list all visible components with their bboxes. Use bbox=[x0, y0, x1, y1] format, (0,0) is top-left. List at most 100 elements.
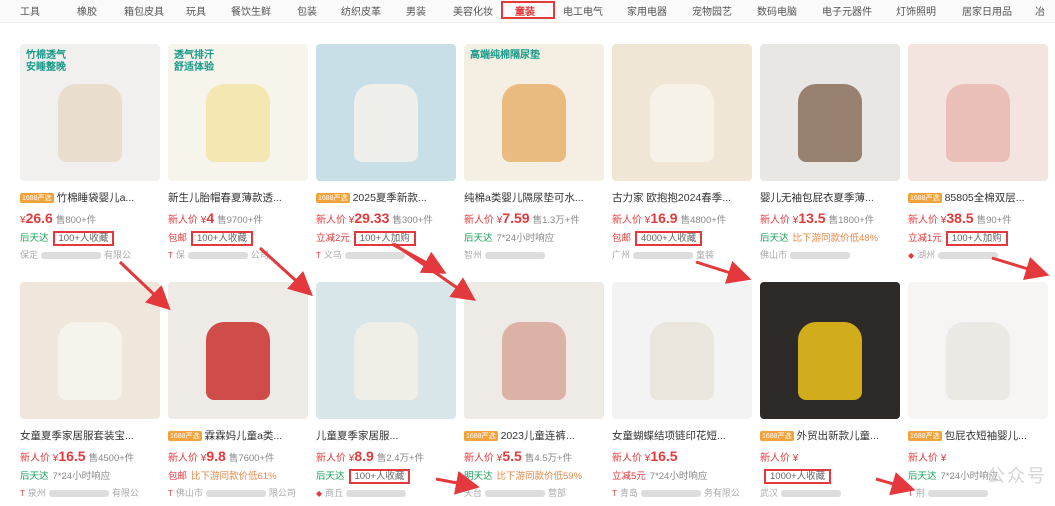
product-image-caption: 透气排汗 舒适体验 bbox=[174, 50, 214, 73]
product-card[interactable]: 儿童夏季家居服... 新人价 ¥8.9 售2.4万+件 后天达 100+人收藏 ◆ 商丘 bbox=[316, 282, 456, 506]
shop-name[interactable]: T 泉州 有限公 bbox=[20, 486, 160, 499]
shop-name-suffix: 有限公 bbox=[104, 250, 132, 260]
shop-name[interactable]: 佛山市 bbox=[760, 248, 900, 261]
shop-name-prefix: 广州 bbox=[612, 250, 631, 260]
product-image[interactable]: 透气排汗 舒适体验 bbox=[168, 44, 308, 181]
product-title[interactable]: 婴儿无袖包屁衣夏季薄... bbox=[760, 190, 900, 205]
popularity-tag: 100+人收藏 bbox=[348, 469, 411, 484]
shop-name[interactable]: 广州 童装 bbox=[612, 248, 752, 261]
category-tab[interactable]: 箱包皮具 bbox=[124, 3, 164, 18]
shop-name[interactable]: 武汉 bbox=[760, 486, 900, 499]
product-title[interactable]: 1688严选 竹棉睡袋婴儿a... bbox=[20, 190, 160, 205]
shop-type-icon: T bbox=[20, 489, 25, 498]
category-tab[interactable]: 冶 bbox=[1035, 3, 1045, 18]
category-tab[interactable]: 纺织皮革 bbox=[341, 3, 381, 18]
service-row: 后天达 比下游同款价低48% bbox=[760, 230, 900, 244]
product-card[interactable]: 1688严选 85805全棉双层... 新人价 ¥38.5 售90+件 立减1元 100+… bbox=[908, 44, 1048, 266]
product-image[interactable] bbox=[908, 282, 1048, 419]
yanxuan-badge: 1688严选 bbox=[908, 431, 942, 441]
price-value: 29.33 bbox=[354, 210, 390, 226]
product-title[interactable]: 1688严选 包屁衣短袖婴儿... bbox=[908, 428, 1048, 443]
product-card[interactable]: 婴儿无袖包屁衣夏季薄... 新人价 ¥13.5 售1800+件 后天达 比下游同款价低4… bbox=[760, 44, 900, 266]
product-image[interactable] bbox=[20, 282, 160, 419]
product-card[interactable]: 1688严选 2023儿童连裤... 新人价 ¥5.5 售4.5万+件 明天达 比下游同款… bbox=[464, 282, 604, 506]
category-tab[interactable]: 灯饰照明 bbox=[896, 3, 936, 18]
product-title[interactable]: 1688严选 2023儿童连裤... bbox=[464, 428, 604, 443]
product-card[interactable]: 女童蝴蝶结项链印花短... 新人价 ¥16.5 立减5元 7*24小时响应 T 青岛 务有限… bbox=[612, 282, 752, 506]
product-title[interactable]: 女童蝴蝶结项链印花短... bbox=[612, 428, 752, 443]
blurred-text bbox=[48, 490, 109, 498]
product-image[interactable]: 竹棉透气 安睡整晚 bbox=[20, 44, 160, 181]
product-image[interactable] bbox=[464, 282, 604, 419]
product-card[interactable]: 1688严选 外贸出新款儿童... 新人价 ¥ 1000+人收藏 武汉 bbox=[760, 282, 900, 506]
price-row: ¥26.6 售800+件 bbox=[20, 210, 160, 226]
product-card[interactable]: 竹棉透气 安睡整晚 1688严选 竹棉睡袋婴儿a... ¥26.6 售800+件 后天达 1… bbox=[20, 44, 160, 266]
shop-name[interactable]: T 义乌 bbox=[316, 248, 456, 261]
product-image[interactable] bbox=[168, 282, 308, 419]
product-image[interactable] bbox=[908, 44, 1048, 181]
product-title-text: 2023儿童连裤... bbox=[500, 430, 575, 442]
product-image[interactable] bbox=[612, 44, 752, 181]
product-card[interactable]: 1688严选 霖霖妈儿童a类... 新人价 ¥9.8 售7600+件 包邮 比下游同款价低… bbox=[168, 282, 308, 506]
product-image[interactable] bbox=[612, 282, 752, 419]
popularity-tag: 比下游同款价低61% bbox=[191, 471, 277, 482]
category-tab[interactable]: 电子元器件 bbox=[822, 3, 872, 18]
category-tab[interactable]: 餐饮生鲜 bbox=[231, 3, 271, 18]
category-tab[interactable]: 男装 bbox=[406, 3, 426, 18]
sold-count: 售2.4万+件 bbox=[376, 453, 425, 464]
category-tab[interactable]: 美容化妆 bbox=[453, 3, 493, 18]
shop-name[interactable]: 保定 有限公 bbox=[20, 248, 160, 261]
product-title-text: 包屁衣短袖婴儿... bbox=[944, 430, 1027, 442]
shop-name-prefix: 青岛 bbox=[619, 488, 638, 498]
shop-name-prefix: 佛山市 bbox=[760, 250, 788, 260]
category-tab[interactable]: 宠物园艺 bbox=[692, 3, 732, 18]
category-tab[interactable]: 玩具 bbox=[186, 3, 206, 18]
category-tab[interactable]: 数码电脑 bbox=[757, 3, 797, 18]
product-title[interactable]: 1688严选 霖霖妈儿童a类... bbox=[168, 428, 308, 443]
service-row: 立减1元 100+人加购 bbox=[908, 230, 1048, 246]
shop-name[interactable]: ◆ 商丘 bbox=[316, 486, 456, 499]
product-image[interactable] bbox=[760, 282, 900, 419]
product-title[interactable]: 女童夏季家居服套装宝... bbox=[20, 428, 160, 443]
category-tab[interactable]: 橡胶 bbox=[77, 3, 97, 18]
product-image[interactable]: 高端纯棉隔尿垫 bbox=[464, 44, 604, 181]
shop-type-icon: T bbox=[168, 489, 173, 498]
category-tab[interactable]: 工具 bbox=[20, 3, 40, 18]
product-image-item bbox=[946, 84, 1010, 162]
product-title[interactable]: 纯棉a类婴儿隔尿垫可水... bbox=[464, 190, 604, 205]
delivery-tag: 后天达 bbox=[464, 233, 493, 244]
product-image[interactable] bbox=[316, 44, 456, 181]
shop-type-icon: T bbox=[908, 489, 913, 498]
shop-name[interactable]: ◆ 湖州 bbox=[908, 248, 1048, 261]
product-title[interactable]: 儿童夏季家居服... bbox=[316, 428, 456, 443]
category-tab[interactable]: 电工电气 bbox=[563, 3, 603, 18]
product-card[interactable]: 1688严选 2025夏季新款... 新人价 ¥29.33 售300+件 立减2元 100… bbox=[316, 44, 456, 266]
product-title[interactable]: 古力家 欧抱抱2024春季... bbox=[612, 190, 752, 205]
shop-name-suffix: 公司 bbox=[250, 250, 269, 260]
yanxuan-badge: 1688严选 bbox=[464, 431, 498, 441]
product-title[interactable]: 新生儿胎帽春夏薄款透... bbox=[168, 190, 308, 205]
delivery-tag: 立减5元 bbox=[612, 471, 646, 482]
category-tab[interactable]: 家用电器 bbox=[627, 3, 667, 18]
shop-name[interactable]: T 青岛 务有限公 bbox=[612, 486, 752, 499]
product-card[interactable]: 古力家 欧抱抱2024春季... 新人价 ¥16.9 售4800+件 包邮 4000+人… bbox=[612, 44, 752, 266]
product-title[interactable]: 1688严选 2025夏季新款... bbox=[316, 190, 456, 205]
product-card[interactable]: 女童夏季家居服套装宝... 新人价 ¥16.5 售4500+件 后天达 7*24小时响应… bbox=[20, 282, 160, 506]
product-card[interactable]: 透气排汗 舒适体验 新生儿胎帽春夏薄款透... 新人价 ¥4 售9700+件 包邮 100… bbox=[168, 44, 308, 266]
product-card[interactable]: 高端纯棉隔尿垫 纯棉a类婴儿隔尿垫可水... 新人价 ¥7.59 售1.3万+件 后天达… bbox=[464, 44, 604, 266]
shop-name[interactable]: T 保 公司 bbox=[168, 248, 308, 261]
shop-name[interactable]: 智州 bbox=[464, 248, 604, 261]
service-row: 后天达 7*24小时响应 bbox=[20, 468, 160, 482]
product-title[interactable]: 1688严选 85805全棉双层... bbox=[908, 190, 1048, 205]
product-image[interactable] bbox=[316, 282, 456, 419]
price-value: 38.5 bbox=[946, 210, 974, 226]
shop-type-icon: T bbox=[168, 251, 173, 260]
category-tab[interactable]: 包装 bbox=[297, 3, 317, 18]
shop-name[interactable]: 天台 营部 bbox=[464, 486, 604, 499]
category-tab[interactable]: 居家日用品 bbox=[962, 3, 1012, 18]
product-title[interactable]: 1688严选 外贸出新款儿童... bbox=[760, 428, 900, 443]
product-image-item bbox=[58, 84, 122, 162]
product-image[interactable] bbox=[760, 44, 900, 181]
shop-name[interactable]: T 佛山市 限公司 bbox=[168, 486, 308, 499]
product-image-item bbox=[798, 322, 862, 400]
